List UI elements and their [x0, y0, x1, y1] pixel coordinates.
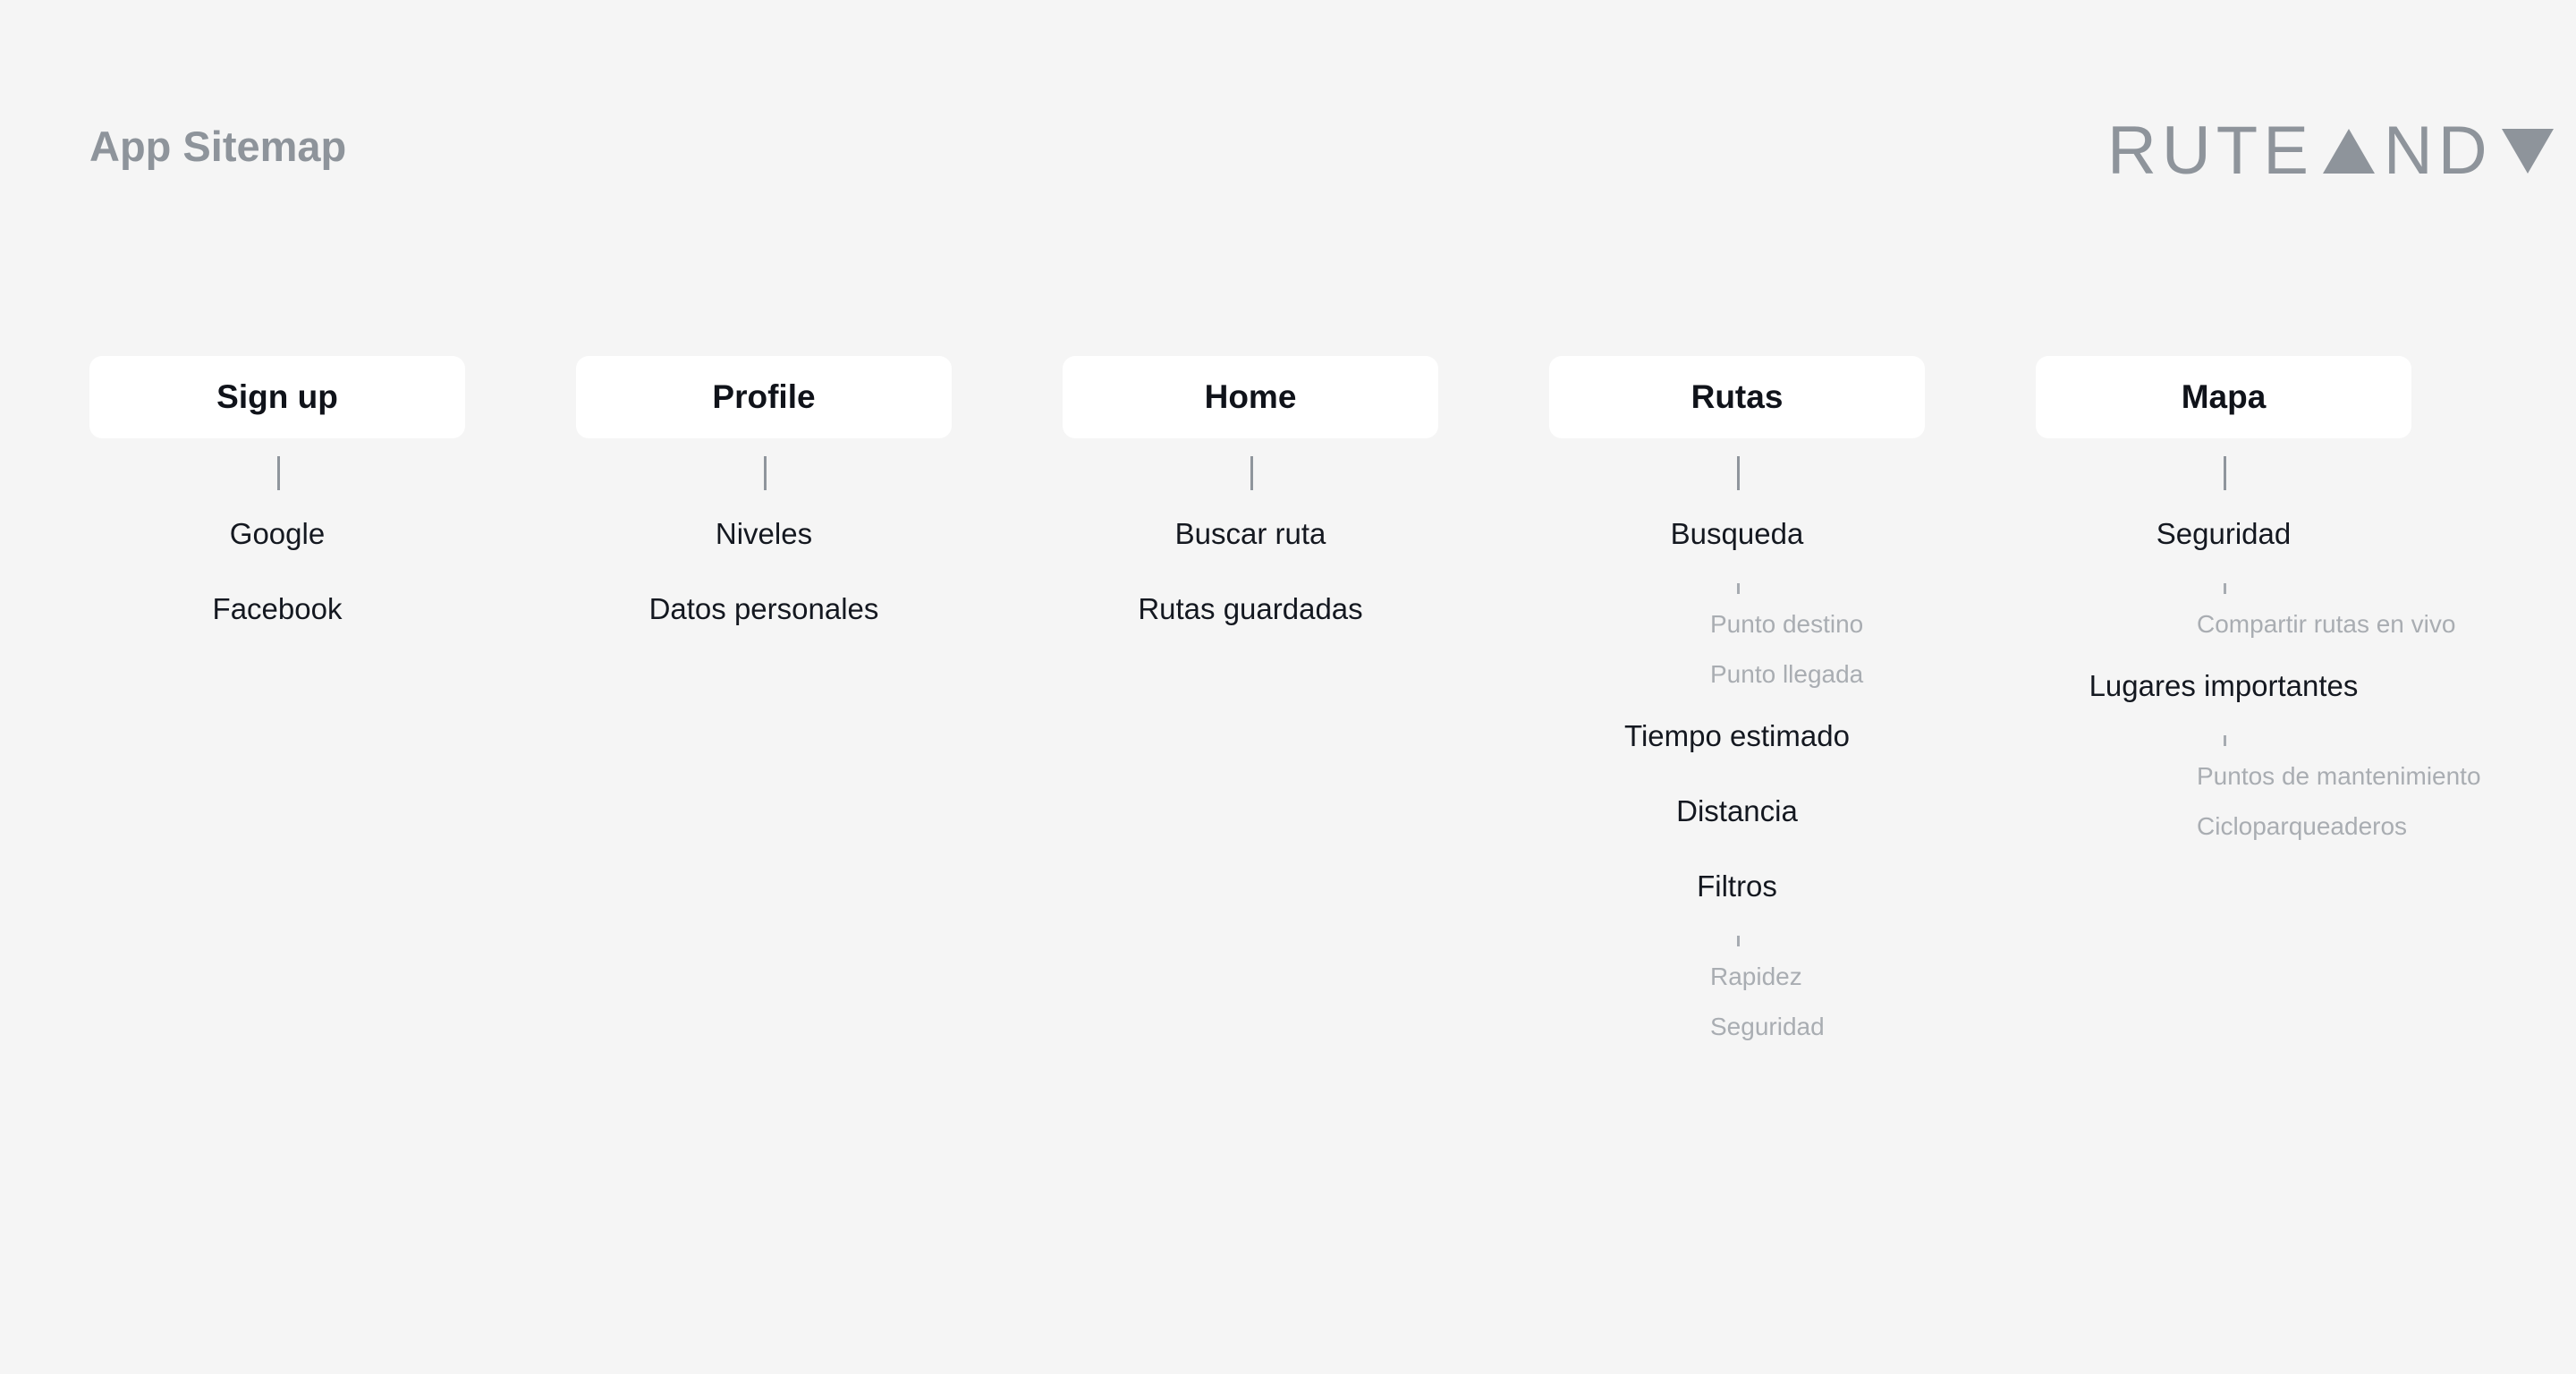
node-filtros[interactable]: Filtros: [1549, 869, 1925, 903]
connector-line: [1250, 456, 1253, 490]
node-punto-destino[interactable]: Punto destino: [1710, 610, 1863, 639]
node-busqueda[interactable]: Busqueda: [1549, 517, 1925, 551]
node-facebook[interactable]: Facebook: [89, 592, 465, 626]
node-cicloparqueaderos[interactable]: Cicloparqueaderos: [2197, 812, 2407, 841]
node-punto-llegada[interactable]: Punto llegada: [1710, 660, 1863, 689]
node-sign-up[interactable]: Sign up: [89, 356, 465, 438]
node-buscar-ruta[interactable]: Buscar ruta: [1063, 517, 1438, 551]
node-google[interactable]: Google: [89, 517, 465, 551]
node-seguridad[interactable]: Seguridad: [2036, 517, 2411, 551]
triangle-up-icon: [2322, 129, 2375, 174]
connector-line-small: [1737, 936, 1740, 946]
node-datos-personales[interactable]: Datos personales: [576, 592, 952, 626]
logo-text-mid: ND: [2383, 113, 2493, 189]
connector-line: [1737, 456, 1740, 490]
connector-line: [764, 456, 767, 490]
column-home: Home Buscar ruta Rutas guardadas: [1063, 356, 1438, 1251]
node-puntos-mantenimiento[interactable]: Puntos de mantenimiento: [2197, 762, 2481, 791]
node-tiempo-estimado[interactable]: Tiempo estimado: [1549, 719, 1925, 753]
triangle-down-icon: [2501, 129, 2554, 174]
node-compartir-rutas[interactable]: Compartir rutas en vivo: [2197, 610, 2455, 639]
page-title: App Sitemap: [89, 123, 347, 170]
connector-line: [277, 456, 280, 490]
column-rutas: Rutas Busqueda Punto destino Punto llega…: [1549, 356, 1925, 1251]
column-profile: Profile Niveles Datos personales: [576, 356, 952, 1251]
connector-line-small: [1737, 583, 1740, 594]
node-rapidez[interactable]: Rapidez: [1710, 963, 1802, 991]
column-sign-up: Sign up Google Facebook: [89, 356, 465, 1251]
node-niveles[interactable]: Niveles: [576, 517, 952, 551]
node-profile[interactable]: Profile: [576, 356, 952, 438]
connector-line-small: [2224, 583, 2226, 594]
node-mapa[interactable]: Mapa: [2036, 356, 2411, 438]
node-lugares-importantes[interactable]: Lugares importantes: [2036, 669, 2411, 703]
node-distancia[interactable]: Distancia: [1549, 794, 1925, 828]
node-rutas[interactable]: Rutas: [1549, 356, 1925, 438]
logo-text-left: RUTE: [2107, 113, 2314, 189]
connector-line-small: [2224, 735, 2226, 746]
connector-line: [2224, 456, 2226, 490]
node-rutas-guardadas[interactable]: Rutas guardadas: [1063, 592, 1438, 626]
node-home[interactable]: Home: [1063, 356, 1438, 438]
column-mapa: Mapa Seguridad Compartir rutas en vivo L…: [2036, 356, 2481, 1251]
brand-logo: RUTE ND: [2107, 113, 2554, 189]
node-seguridad-filtro[interactable]: Seguridad: [1710, 1013, 1825, 1041]
